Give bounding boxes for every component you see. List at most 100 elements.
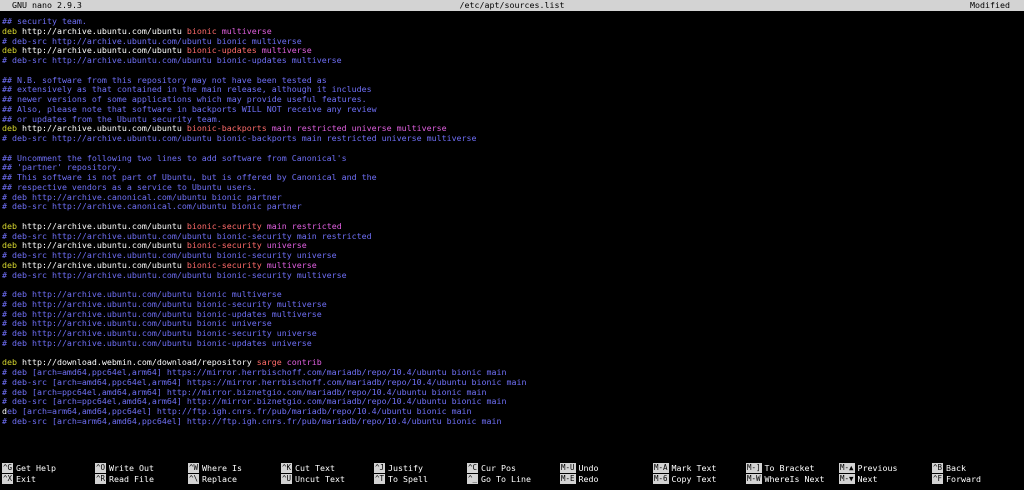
shortcut-go-to-line[interactable]: ^_ Go To Line: [467, 474, 531, 484]
editor-line[interactable]: deb http://archive.ubuntu.com/ubuntu bio…: [2, 46, 1022, 56]
editor-line[interactable]: # deb-src http://archive.canonical.com/u…: [2, 202, 1022, 212]
line-segment: deb: [2, 124, 22, 134]
shortcut-key: ^X: [2, 474, 14, 484]
editor-line[interactable]: deb http://archive.ubuntu.com/ubuntu bio…: [2, 222, 1022, 232]
editor-line[interactable]: ## extensively as that contained in the …: [2, 85, 1022, 95]
editor-line[interactable]: # deb-src [arch=amd64,ppc64el,arm64] htt…: [2, 378, 1022, 388]
editor-line[interactable]: ## N.B. software from this repository ma…: [2, 76, 1022, 86]
shortcut-label: Previous: [857, 463, 898, 473]
editor-line[interactable]: # deb-src http://archive.ubuntu.com/ubun…: [2, 37, 1022, 47]
editor-line[interactable]: ## Uncomment the following two lines to …: [2, 154, 1022, 164]
editor-line[interactable]: # deb-src http://archive.ubuntu.com/ubun…: [2, 232, 1022, 242]
shortcut-to-spell[interactable]: ^T To Spell: [374, 474, 428, 484]
editor-text-area[interactable]: ## security team. deb http://archive.ubun…: [2, 17, 1022, 427]
line-segment: multiverse: [261, 46, 312, 56]
line-segment: # deb-src [arch=ppc64el,amd64,arm64] htt…: [2, 397, 507, 407]
editor-line[interactable]: # deb-src http://archive.ubuntu.com/ubun…: [2, 56, 1022, 66]
editor-line[interactable]: [2, 66, 1022, 76]
editor-line[interactable]: # deb http://archive.ubuntu.com/ubuntu b…: [2, 300, 1022, 310]
line-segment: bionic-backports: [186, 124, 272, 134]
shortcut-back[interactable]: ^B Back: [932, 463, 966, 473]
shortcut-key: ^U: [281, 474, 293, 484]
editor-line[interactable]: # deb-src http://archive.ubuntu.com/ubun…: [2, 134, 1022, 144]
line-segment: # deb-src http://archive.ubuntu.com/ubun…: [2, 56, 342, 65]
shortcut-label: Mark Text: [671, 463, 717, 473]
shortcut-cur-pos[interactable]: ^C Cur Pos: [467, 463, 516, 473]
line-segment: bionic-updates: [186, 46, 262, 56]
editor-line[interactable]: # deb http://archive.ubuntu.com/ubuntu b…: [2, 319, 1022, 329]
line-segment: # deb-src http://archive.ubuntu.com/ubun…: [2, 270, 347, 280]
shortcut-redo[interactable]: M-E Redo: [560, 474, 599, 484]
editor-line[interactable]: [2, 349, 1022, 359]
shortcut-where-is[interactable]: ^W Where Is: [188, 463, 242, 473]
shortcut-cut-text[interactable]: ^K Cut Text: [281, 463, 335, 473]
line-segment: # deb-src http://archive.ubuntu.com/ubun…: [2, 251, 337, 260]
line-segment: # deb-src [arch=arm64,amd64,ppc64el] htt…: [2, 416, 502, 426]
line-segment: eb [arch=arm64,amd64,ppc64el] http://ftp…: [7, 407, 472, 416]
editor-line[interactable]: deb http://archive.ubuntu.com/ubuntu bio…: [2, 241, 1022, 251]
editor-line[interactable]: ## This software is not part of Ubuntu, …: [2, 173, 1022, 183]
editor-line[interactable]: # deb http://archive.canonical.com/ubunt…: [2, 193, 1022, 203]
shortcut-label: Redo: [578, 474, 599, 484]
shortcut-label: Next: [857, 474, 878, 484]
line-segment: # deb-src http://archive.canonical.com/u…: [2, 202, 302, 212]
editor-line[interactable]: [2, 212, 1022, 222]
shortcut-uncut-text[interactable]: ^U Uncut Text: [281, 474, 345, 484]
line-segment: sarge: [256, 358, 287, 368]
editor-line[interactable]: ## Also, please note that software in ba…: [2, 105, 1022, 115]
line-segment: http://archive.ubuntu.com/ubuntu: [21, 221, 187, 231]
shortcut-next[interactable]: M-▼ Next: [839, 474, 878, 484]
file-name: /etc/apt/sources.list: [459, 0, 565, 10]
shortcut-previous[interactable]: M-▲ Previous: [839, 463, 898, 473]
line-segment: # deb http://archive.ubuntu.com/ubuntu b…: [2, 329, 317, 338]
shortcut-key: ^G: [2, 463, 14, 473]
shortcut-undo[interactable]: M-U Undo: [560, 463, 599, 473]
shortcut-justify[interactable]: ^J Justify: [374, 463, 423, 473]
shortcut-copy-text[interactable]: M-6 Copy Text: [653, 474, 717, 484]
editor-line[interactable]: # deb http://archive.ubuntu.com/ubuntu b…: [2, 339, 1022, 349]
editor-line[interactable]: deb [arch=arm64,amd64,ppc64el] http://ft…: [2, 407, 1022, 417]
line-segment: http://archive.ubuntu.com/ubuntu: [21, 241, 187, 251]
editor-line[interactable]: deb http://archive.ubuntu.com/ubuntu bio…: [2, 261, 1022, 271]
shortcut-label: Write Out: [109, 463, 154, 473]
editor-line[interactable]: # deb http://archive.ubuntu.com/ubuntu b…: [2, 310, 1022, 320]
shortcut-forward[interactable]: ^F Forward: [932, 474, 981, 484]
shortcut-write-out[interactable]: ^O Write Out: [95, 463, 154, 473]
shortcut-label: Exit: [16, 474, 37, 484]
editor-line[interactable]: deb http://archive.ubuntu.com/ubuntu bio…: [2, 124, 1022, 134]
shortcut-get-help[interactable]: ^G Get Help: [2, 463, 56, 473]
editor-line[interactable]: ## or updates from the Ubuntu security t…: [2, 115, 1022, 125]
shortcut-key: M-6: [653, 474, 669, 484]
editor-line[interactable]: # deb [arch=ppc64el,amd64,arm64] http://…: [2, 388, 1022, 398]
editor-line[interactable]: ## newer versions of some applications w…: [2, 95, 1022, 105]
editor-line[interactable]: deb http://download.webmin.com/download/…: [2, 358, 1022, 368]
editor-line[interactable]: # deb-src [arch=arm64,amd64,ppc64el] htt…: [2, 417, 1022, 427]
line-segment: multiverse: [221, 26, 272, 36]
shortcut-mark-text[interactable]: M-A Mark Text: [653, 463, 717, 473]
line-segment: ## Also, please note that software in ba…: [2, 104, 377, 114]
shortcut-key: M-E: [560, 474, 576, 484]
editor-line[interactable]: ## respective vendors as a service to Ub…: [2, 183, 1022, 193]
editor-line[interactable]: [2, 280, 1022, 290]
shortcut-label: Read File: [109, 474, 154, 484]
shortcut-key: ^_: [467, 474, 479, 484]
shortcut-to-bracket[interactable]: M-] To Bracket: [746, 463, 815, 473]
shortcut-exit[interactable]: ^X Exit: [2, 474, 36, 484]
editor-line[interactable]: [2, 144, 1022, 154]
editor-line[interactable]: # deb [arch=amd64,ppc64el,arm64] https:/…: [2, 368, 1022, 378]
editor-line[interactable]: # deb-src http://archive.ubuntu.com/ubun…: [2, 251, 1022, 261]
shortcut-read-file[interactable]: ^R Read File: [95, 474, 154, 484]
editor-line[interactable]: # deb-src [arch=ppc64el,amd64,arm64] htt…: [2, 397, 1022, 407]
line-segment: ## 'partner' repository.: [2, 163, 122, 173]
editor-line[interactable]: ## security team.: [2, 17, 1022, 27]
editor-line[interactable]: ## 'partner' repository.: [2, 163, 1022, 173]
editor-line[interactable]: deb http://archive.ubuntu.com/ubuntu bio…: [2, 27, 1022, 37]
editor-line[interactable]: # deb-src http://archive.ubuntu.com/ubun…: [2, 271, 1022, 281]
shortcut-key: ^J: [374, 463, 386, 473]
modified-status: Modified: [970, 0, 1010, 10]
editor-line[interactable]: # deb http://archive.ubuntu.com/ubuntu b…: [2, 290, 1022, 300]
line-segment: bionic-security: [186, 260, 267, 270]
editor-line[interactable]: # deb http://archive.ubuntu.com/ubuntu b…: [2, 329, 1022, 339]
shortcut-replace[interactable]: ^\ Replace: [188, 474, 237, 484]
shortcut-whereis-next[interactable]: M-W WhereIs Next: [746, 474, 825, 484]
